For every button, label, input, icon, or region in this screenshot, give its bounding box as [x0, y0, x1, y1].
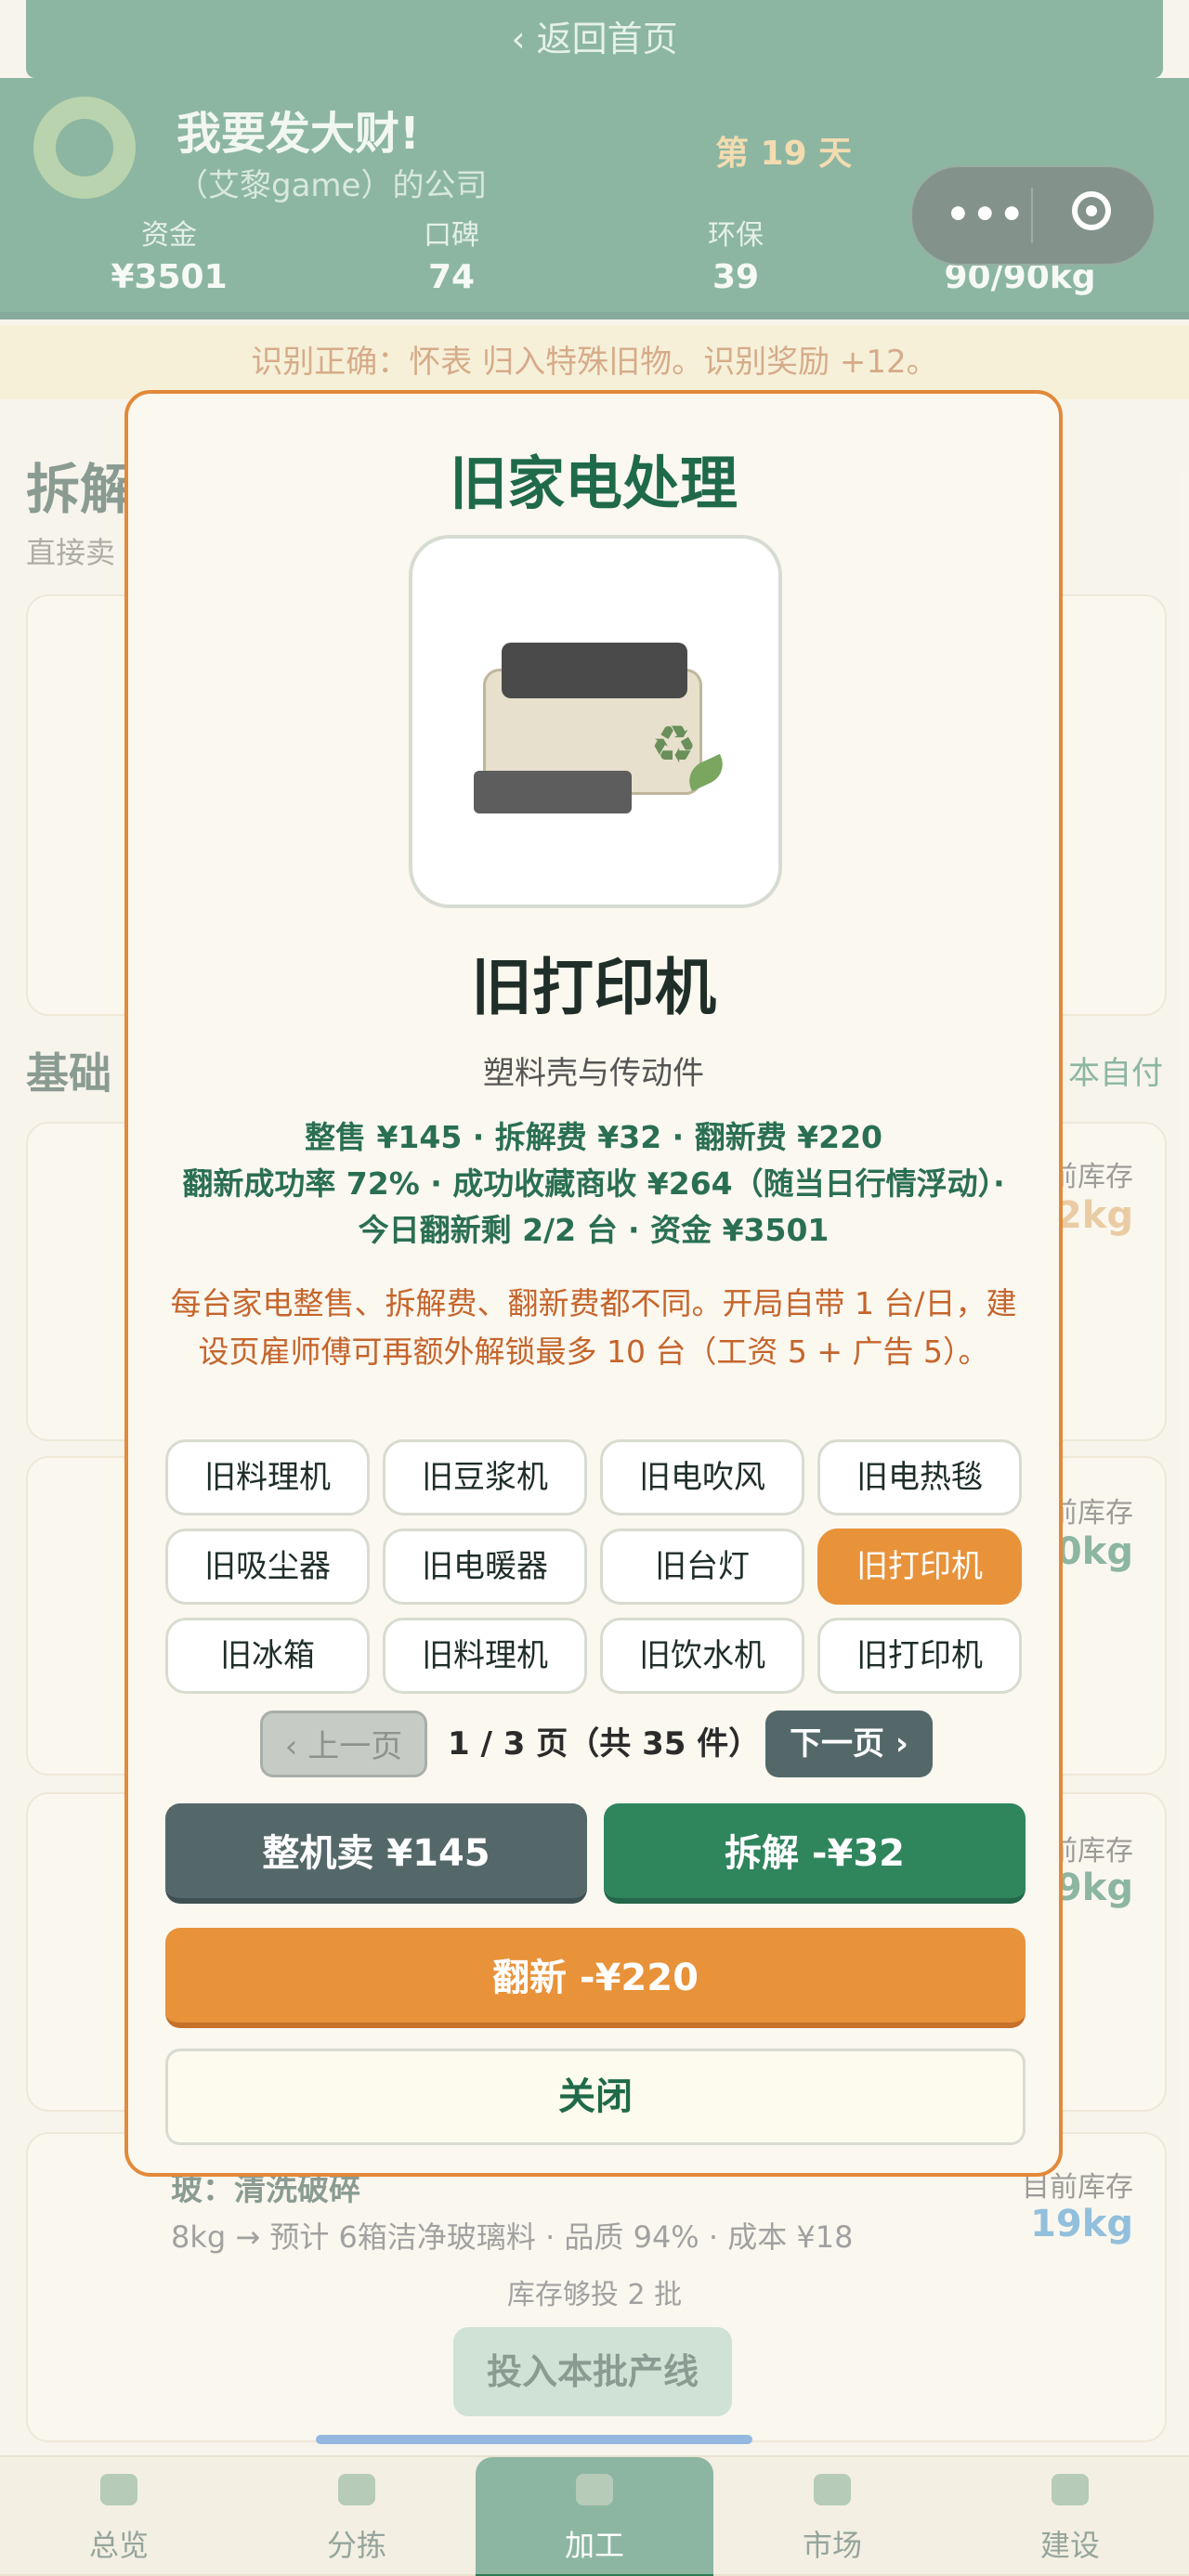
prev-page-button[interactable]: ‹ 上一页	[260, 1711, 427, 1777]
appliance-chip[interactable]: 旧冰箱	[165, 1618, 370, 1694]
refurbish-button[interactable]: 翻新 -¥220	[165, 1928, 1026, 2028]
appliance-chip[interactable]: 旧料理机	[383, 1618, 587, 1694]
appliance-chip[interactable]: 旧电暖器	[383, 1529, 587, 1605]
item-name: 旧打印机	[471, 952, 716, 1023]
rules-note: 每台家电整售、拆解费、翻新费都不同。开局自带 1 台/日，建设页雇师傅可再额外解…	[170, 1285, 1017, 1370]
appliance-chip[interactable]: 旧台灯	[600, 1529, 804, 1605]
appliance-chip[interactable]: 旧吸尘器	[165, 1529, 370, 1605]
item-image-frame: ♻	[409, 535, 782, 908]
appliance-chip[interactable]: 旧饮水机	[600, 1618, 804, 1694]
sell-whole-button[interactable]: 整机卖 ¥145	[165, 1803, 587, 1904]
pager: ‹ 上一页 1 / 3 页（共 35 件） 下一页 ›	[128, 1711, 1059, 1779]
appliance-chip[interactable]: 旧电吹风	[600, 1439, 804, 1516]
stats-refurbish: 翻新成功率 72% · 成功收藏商收 ¥264（随当日行情浮动）· 今日翻新剩 …	[182, 1165, 1005, 1248]
appliance-chip[interactable]: 旧豆浆机	[383, 1439, 587, 1516]
printer-lid	[502, 643, 687, 698]
close-button[interactable]: 关闭	[165, 2049, 1026, 2145]
next-page-button[interactable]: 下一页 ›	[765, 1711, 933, 1777]
stats-prices: 整售 ¥145 · 拆解费 ¥32 · 翻新费 ¥220	[304, 1119, 883, 1155]
dismantle-button[interactable]: 拆解 -¥32	[604, 1803, 1026, 1904]
page-info: 1 / 3 页（共 35 件）	[448, 1725, 761, 1763]
printer-tray	[474, 771, 632, 813]
modal-title: 旧家电处理	[449, 449, 738, 517]
item-description: 塑料壳与传动件	[483, 1055, 704, 1092]
appliance-chip[interactable]: 旧打印机	[817, 1529, 1022, 1605]
appliance-chip[interactable]: 旧打印机	[817, 1618, 1022, 1694]
appliance-chip[interactable]: 旧料理机	[165, 1439, 370, 1516]
recycle-icon: ♻	[650, 715, 698, 775]
printer-image: ♻	[464, 631, 734, 826]
appliance-modal: 旧家电处理 ♻ 旧打印机 塑料壳与传动件 整售 ¥145 · 拆解费 ¥32 ·…	[124, 390, 1063, 2177]
appliance-chip[interactable]: 旧电热毯	[817, 1439, 1022, 1516]
item-stats: 整售 ¥145 · 拆解费 ¥32 · 翻新费 ¥220 翻新成功率 72% ·…	[165, 1114, 1022, 1254]
